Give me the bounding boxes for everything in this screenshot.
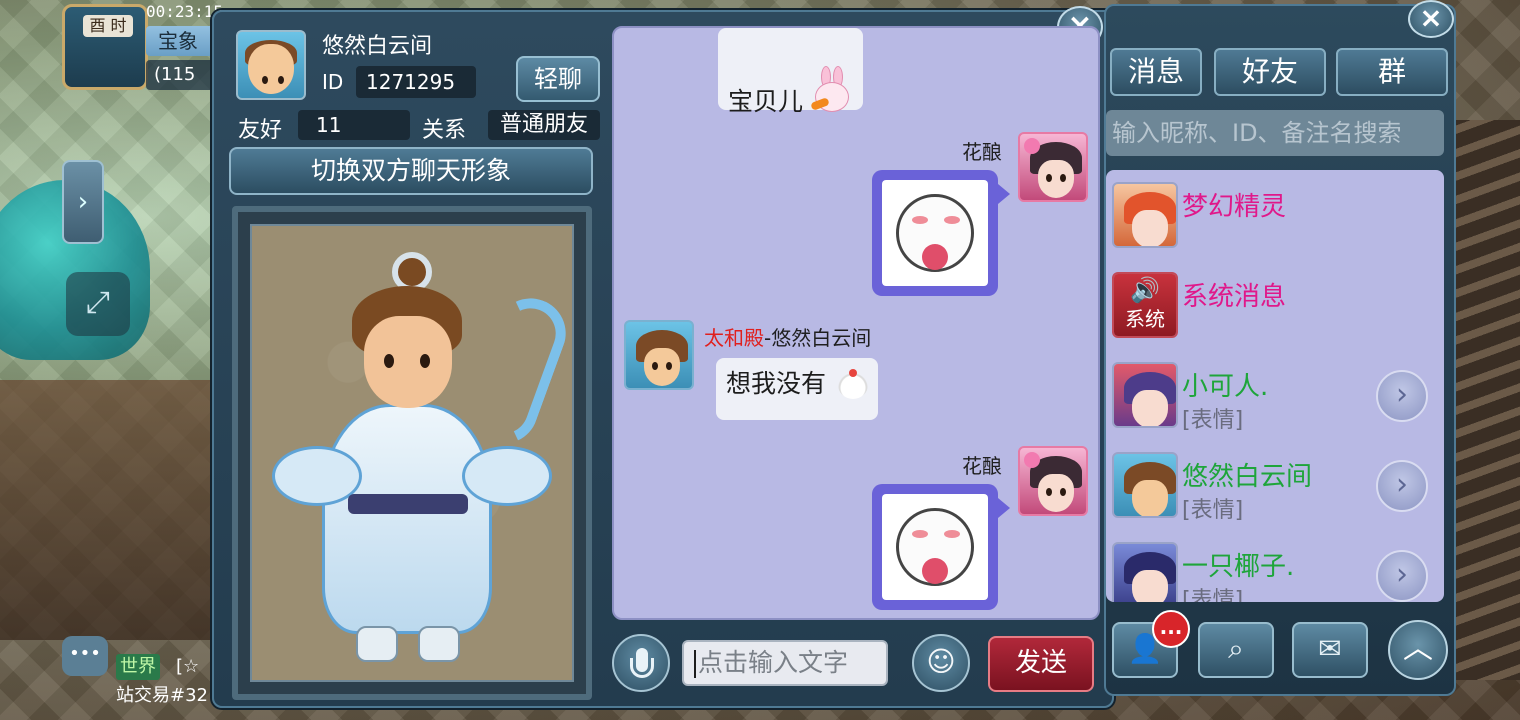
- tab-friends[interactable]: 好友: [1214, 48, 1326, 96]
- message-input[interactable]: 点击输入文字: [682, 640, 888, 686]
- message-input-placeholder: 点击输入文字: [698, 648, 849, 677]
- character-ribbon: [458, 288, 572, 454]
- character-face: [364, 316, 452, 408]
- favor-label: 友好: [238, 118, 283, 143]
- rabbit-carrot-emoji-icon: [810, 66, 853, 118]
- friend-message-avatar[interactable]: [624, 320, 694, 390]
- avatar: [1112, 452, 1178, 518]
- expand-icon[interactable]: ⤢: [66, 272, 130, 336]
- world-channel-tag[interactable]: 世界: [116, 654, 160, 680]
- close-icon[interactable]: ×: [1408, 0, 1454, 38]
- character-robe: [322, 404, 492, 634]
- avatar-face: [248, 43, 294, 94]
- avatar: [1112, 362, 1178, 428]
- avatar: [1112, 182, 1178, 248]
- switch-chat-image-button[interactable]: 切换双方聊天形象: [229, 147, 593, 195]
- world-chat-line: [☆: [176, 656, 200, 677]
- list-item[interactable]: 小可人. [表情] ›: [1106, 350, 1444, 440]
- tab-messages[interactable]: 消息: [1110, 48, 1202, 96]
- character-belt: [348, 494, 468, 514]
- character-boot: [356, 626, 398, 662]
- list-item[interactable]: 一只椰子. [表情] ›: [1106, 530, 1444, 602]
- character-portrait: [250, 224, 574, 682]
- search-icon[interactable]: ⌕: [1198, 622, 1274, 678]
- microphone-icon[interactable]: [612, 634, 670, 692]
- conversation-name: 系统消息: [1182, 282, 1287, 312]
- sender-name: -悠然白云间: [764, 326, 872, 350]
- conversation-name: 一只椰子.: [1182, 552, 1295, 582]
- list-item[interactable]: 🔊 系统 系统消息: [1106, 260, 1444, 350]
- friend-avatar[interactable]: [236, 30, 306, 100]
- text-caret: [694, 650, 696, 678]
- conversation-name: 小可人.: [1182, 372, 1269, 402]
- emoji-picker-icon[interactable]: ☺: [912, 634, 970, 692]
- chevron-right-icon[interactable]: ›: [1376, 550, 1428, 602]
- side-collapse-arrow-icon[interactable]: ›: [62, 160, 104, 244]
- favor-value: 11: [298, 110, 410, 140]
- friend-search-input[interactable]: 输入昵称、ID、备注名搜索: [1106, 110, 1444, 156]
- sender-name: 花酿: [962, 454, 1002, 478]
- avatar-eye: [262, 76, 268, 84]
- light-chat-button[interactable]: 轻聊: [516, 56, 600, 102]
- avatar-eye: [278, 76, 284, 84]
- list-item[interactable]: 梦幻精灵: [1106, 170, 1444, 260]
- relation-value: 普通朋友: [488, 110, 600, 140]
- message-text: 想我没有: [726, 369, 827, 398]
- chevron-right-icon[interactable]: ›: [1376, 460, 1428, 512]
- sender-name: 花酿: [962, 140, 1002, 164]
- smile-emoji-icon: [837, 369, 868, 399]
- list-item[interactable]: 悠然白云间 [表情] ›: [1106, 440, 1444, 530]
- chevron-right-icon[interactable]: ›: [1376, 370, 1428, 422]
- friend-name: 悠然白云间: [322, 34, 433, 59]
- conversation-list[interactable]: 梦幻精灵 🔊 系统 系统消息 小可人. [表情] › 悠然白云间 [表情] › 一…: [1106, 170, 1444, 602]
- world-chat-line: 站交易#32: [116, 685, 208, 706]
- message-bubble: 宝贝儿: [718, 28, 863, 116]
- hud-time-panel: 酉 时 00:23:15 宝象 (115: [62, 0, 276, 90]
- bubble-tail: [998, 498, 1010, 518]
- message-bubble: 想我没有: [716, 358, 878, 420]
- avatar: [1112, 542, 1178, 602]
- background-market-stall: [0, 380, 215, 640]
- sender-server: 太和殿: [704, 326, 764, 350]
- id-value: 1271295: [356, 66, 476, 98]
- conversation-name: 悠然白云间: [1182, 462, 1313, 492]
- conversation-preview: [表情]: [1182, 588, 1244, 602]
- character-portrait-frame: [232, 206, 592, 700]
- conversation-preview: [表情]: [1182, 408, 1244, 433]
- rabbit-tongue-sticker-icon[interactable]: [872, 170, 998, 296]
- my-avatar[interactable]: [1018, 132, 1088, 202]
- character-eye: [420, 354, 430, 368]
- time-badge-label: 酉 时: [83, 15, 133, 37]
- character-eye: [384, 354, 394, 368]
- bubble-tail: [998, 184, 1010, 204]
- id-label: ID: [322, 70, 344, 94]
- rabbit-tongue-sticker-icon[interactable]: [872, 484, 998, 610]
- sender-line: 太和殿-悠然白云间: [704, 322, 871, 351]
- conversation-preview: [表情]: [1182, 498, 1244, 523]
- character-boot: [418, 626, 460, 662]
- mailbox-icon[interactable]: ✉: [1292, 622, 1368, 678]
- character-sleeve: [462, 446, 552, 506]
- system-icon-label: 系统: [1125, 307, 1165, 331]
- send-button[interactable]: 发送: [988, 636, 1094, 692]
- relation-label: 关系: [422, 118, 467, 143]
- tab-groups[interactable]: 群: [1336, 48, 1448, 96]
- my-avatar[interactable]: [1018, 446, 1088, 516]
- system-speaker-icon: 🔊 系统: [1112, 272, 1178, 338]
- chevron-up-icon[interactable]: ︿: [1388, 620, 1448, 680]
- notification-badge: ...: [1152, 610, 1190, 648]
- message-text: 宝贝儿: [728, 87, 804, 116]
- chat-bubble-icon[interactable]: •••: [62, 636, 108, 676]
- message-list[interactable]: 宝贝儿 花酿 太和殿-悠然白云间 想我没有 花酿: [612, 26, 1100, 620]
- conversation-name: 梦幻精灵: [1182, 192, 1287, 222]
- time-badge[interactable]: 酉 时: [62, 4, 148, 90]
